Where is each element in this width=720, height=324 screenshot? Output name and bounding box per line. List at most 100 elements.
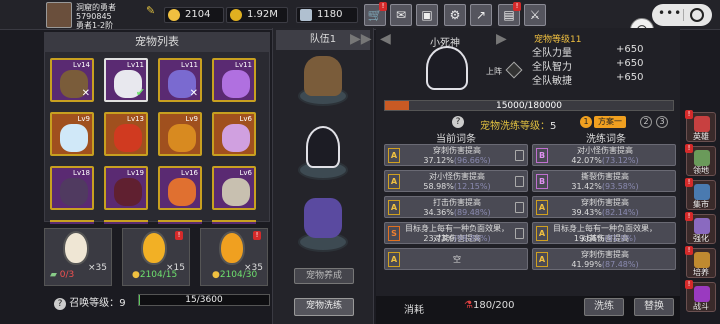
entry-card[interactable]: A空 [384, 248, 528, 270]
settings-button[interactable]: ⚙ [444, 4, 466, 26]
grade-badge: A [536, 226, 548, 241]
entry-card[interactable]: A 目标身上每有一种负面效果，对其伤害提高 19.66%(81.9%) [532, 222, 676, 244]
mail-button[interactable]: ✉ [390, 4, 412, 26]
pet-level-label: Lv6 [239, 115, 253, 123]
more-icon[interactable]: ••• [658, 6, 682, 20]
wash-help-icon[interactable]: ? [452, 116, 464, 128]
pet-slot-treant[interactable]: Lv14 ✕ [50, 58, 94, 102]
plan-3-button[interactable]: 3 [656, 116, 668, 128]
entry-value: 19.66%(81.9%) [573, 234, 637, 243]
fire-beast-icon [114, 124, 142, 152]
battle-label: 上阵 [486, 67, 502, 76]
entry-value: 23.73%(98.89%) [423, 234, 491, 243]
pet-form-button[interactable]: 宠物养成 [294, 268, 354, 284]
next-pet-arrow[interactable]: ▶ [496, 31, 507, 47]
pet-slot-demon[interactable]: Lv19 [104, 166, 148, 210]
pet-slot-fire-beast[interactable]: Lv13 [104, 112, 148, 156]
prev-pet-arrow[interactable]: ◀ [380, 31, 391, 47]
pet-slot-partial[interactable] [158, 220, 202, 224]
lock-icon[interactable] [515, 202, 524, 213]
plan-2-button[interactable]: 2 [640, 116, 652, 128]
card-icon: ▰ [50, 270, 57, 280]
pet-slot-flame[interactable]: Lv16 [158, 166, 202, 210]
lock-icon[interactable] [515, 150, 524, 161]
next-team-arrow[interactable]: ▶▶ [350, 31, 372, 47]
entry-card[interactable]: S 目标身上每有一种负面效果，对其伤害提高 23.73%(98.89%) [384, 222, 528, 244]
ice-beast-icon [60, 124, 88, 152]
side-menu-1[interactable]: 领地! [685, 144, 716, 176]
grade-badge: A [388, 252, 400, 267]
side-menu-0[interactable]: 英雄! [685, 110, 716, 142]
wash-entries-title: 洗练词条 [586, 134, 626, 145]
grade-badge: A [388, 200, 400, 215]
pet-slot-reaper[interactable]: Lv11 ✔ [104, 58, 148, 102]
summon-progress-bar: 15/3600 [138, 294, 270, 306]
edit-icon[interactable]: ✎ [146, 4, 155, 17]
entry-card[interactable]: A 穿刺伤害提高 41.99%(87.48%) [532, 248, 676, 270]
entry-name: 空 [453, 255, 461, 264]
gold-coin-icon [230, 9, 242, 21]
stat-label: 全队敏捷 [532, 76, 572, 87]
lock-icon[interactable] [515, 228, 524, 239]
side-menu-4[interactable]: 培养! [685, 246, 716, 278]
entry-value: 37.12%(96.66%) [423, 156, 491, 165]
pet-slot-spider[interactable]: Lv9 [158, 112, 202, 156]
treant-pet-sprite [304, 56, 342, 96]
pet-level-label: Lv9 [77, 115, 91, 123]
pet-slot-partial[interactable] [104, 220, 148, 224]
plan-1-button[interactable]: 1 [580, 116, 592, 128]
player-rank: 勇者1-2阶 [76, 21, 114, 30]
pet-slot-partial[interactable] [212, 220, 256, 224]
entry-value: 34.36%(89.48%) [423, 208, 491, 217]
entry-name: 穿刺伤害提高 [581, 250, 629, 259]
entry-name: 穿刺伤害提高 [433, 146, 481, 155]
grade-badge: B [536, 148, 548, 163]
close-icon[interactable] [690, 8, 704, 22]
pet-slot-crystal[interactable]: Lv6 [212, 112, 256, 156]
grade-badge: B [536, 174, 548, 189]
side-menu-5[interactable]: 战斗! [685, 280, 716, 312]
entry-card[interactable]: B 撕裂伤害提高 31.42%(93.58%) [532, 170, 676, 192]
entry-value: 42.07%(73.12%) [571, 156, 639, 165]
unicorn-pet-sprite [304, 198, 342, 238]
check-icon: ✔ [135, 86, 145, 99]
replace-button[interactable]: 替换 [634, 298, 674, 316]
pet-wash-button[interactable]: 宠物洗练 [294, 298, 354, 316]
pet-level-label: Lv11 [181, 61, 198, 69]
entry-card[interactable]: A 对小怪伤害提高 58.98%(12.15%) [384, 170, 528, 192]
pet-slot-unicorn[interactable]: Lv11 ✕ [158, 58, 202, 102]
gem-resource: 1180 [296, 7, 358, 23]
entry-card[interactable]: A 穿刺伤害提高 39.43%(82.14%) [532, 196, 676, 218]
wash-button[interactable]: 洗练 [584, 298, 624, 316]
share-button[interactable]: ↗ [470, 4, 492, 26]
egg-mini-icon: ● [132, 270, 140, 280]
player-avatar[interactable] [46, 2, 72, 28]
bag-button[interactable]: ▤! [498, 2, 521, 26]
entry-card[interactable]: A 打击伤害提高 34.36%(89.48%) [384, 196, 528, 218]
grade-badge: A [536, 200, 548, 215]
lock-icon[interactable] [515, 176, 524, 187]
grade-badge: A [536, 252, 548, 267]
white-egg-icon [63, 231, 89, 265]
sword-button[interactable]: ⚔ [524, 4, 546, 26]
demon-icon [114, 178, 142, 206]
side-menu-2[interactable]: 集市! [685, 178, 716, 210]
entry-card[interactable]: A 穿刺伤害提高 37.12%(96.66%) [384, 144, 528, 166]
shop-button[interactable]: 🛒! [364, 2, 387, 26]
help-icon[interactable]: ? [54, 298, 66, 310]
pet-slot-partial[interactable] [50, 220, 94, 224]
entry-card[interactable]: B 对小怪伤害提高 42.07%(73.12%) [532, 144, 676, 166]
pet-slot-bat[interactable]: Lv18 [50, 166, 94, 210]
stat-value: +650 [616, 72, 644, 83]
pet-slot-skull[interactable]: Lv6 [212, 166, 256, 210]
menu-icon [694, 116, 710, 132]
plan-1-label[interactable]: 方案一 [594, 116, 626, 128]
stat-value: +650 [616, 44, 644, 55]
menu-icon [694, 252, 710, 268]
gamepad-button[interactable]: ▣ [416, 4, 438, 26]
pet-slot-scorpion[interactable]: Lv11 [212, 58, 256, 102]
flame-icon [168, 178, 196, 206]
gamepad-icon: ▣ [421, 8, 433, 22]
pet-slot-ice-beast[interactable]: Lv9 [50, 112, 94, 156]
side-menu-3[interactable]: 强化! [685, 212, 716, 244]
